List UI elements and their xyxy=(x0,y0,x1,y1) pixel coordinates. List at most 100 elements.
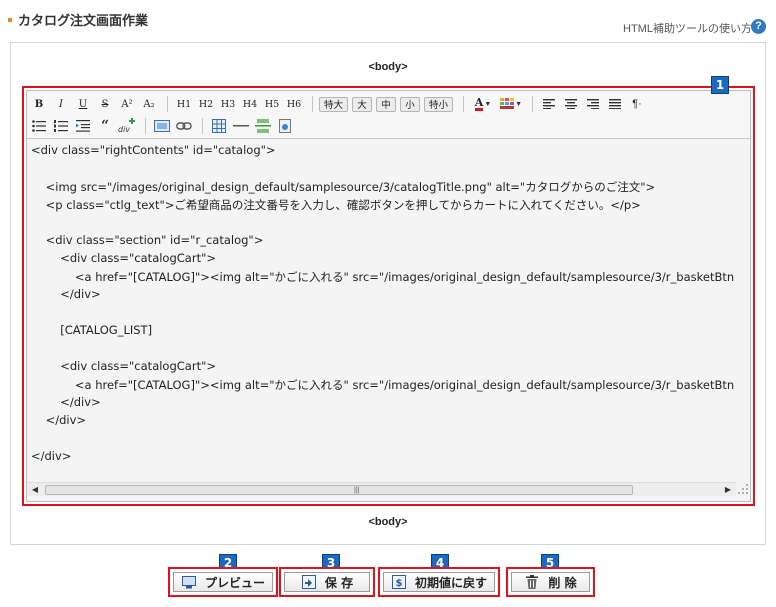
bg-color-button[interactable]: ▼ xyxy=(498,95,524,113)
chevron-down-icon: ▼ xyxy=(515,100,522,108)
page-icon xyxy=(279,119,291,133)
grip-icon: ||| xyxy=(354,487,360,494)
align-center-button[interactable] xyxy=(561,95,581,113)
align-justify-icon xyxy=(609,99,622,109)
table-icon xyxy=(212,119,226,133)
size-xsmall-button[interactable]: 特小 xyxy=(424,96,454,112)
editor-highlight: B I U S A² A₂ H1 H2 H3 H4 H5 H6 特大 大 中 小… xyxy=(22,86,755,506)
page-title-text: カタログ注文画面作業 xyxy=(18,12,149,28)
h5-button[interactable]: H5 xyxy=(262,95,282,113)
preview-label: プレビュー xyxy=(204,575,265,590)
align-left-button[interactable] xyxy=(539,95,559,113)
code-line: <div class="rightContents" id="catalog"> xyxy=(31,143,276,157)
code-textarea[interactable]: <div class="rightContents" id="catalog">… xyxy=(27,139,750,483)
toolbar-separator xyxy=(167,96,168,112)
size-large-button[interactable]: 大 xyxy=(352,96,373,112)
bullet-list-icon xyxy=(32,120,46,132)
subscript-button[interactable]: A₂ xyxy=(139,95,159,113)
insert-break-button[interactable] xyxy=(253,117,273,135)
insert-image-button[interactable] xyxy=(152,117,172,135)
div-plus-icon: div xyxy=(118,118,135,134)
toolbar-separator xyxy=(202,118,203,134)
h3-button[interactable]: H3 xyxy=(218,95,238,113)
delete-label: 削 除 xyxy=(548,575,577,590)
h2-button[interactable]: H2 xyxy=(196,95,216,113)
code-line: <div class="section" id="r_catalog"> xyxy=(31,233,264,247)
quote-icon[interactable]: “ xyxy=(95,117,115,135)
insert-div-button[interactable]: div xyxy=(117,117,137,135)
align-justify-button[interactable] xyxy=(605,95,625,113)
insert-link-button[interactable] xyxy=(174,117,194,135)
editor-toolbar: B I U S A² A₂ H1 H2 H3 H4 H5 H6 特大 大 中 小… xyxy=(27,91,750,139)
indent-button[interactable] xyxy=(73,117,93,135)
paragraph-icon[interactable]: ¶· xyxy=(627,95,647,113)
horizontal-rule-button[interactable] xyxy=(231,117,251,135)
align-right-icon xyxy=(587,99,600,109)
strikethrough-button[interactable]: S xyxy=(95,95,115,113)
h6-button[interactable]: H6 xyxy=(284,95,304,113)
svg-text:div: div xyxy=(118,125,130,134)
toolbar-row-2: “ div xyxy=(29,116,297,136)
image-icon xyxy=(154,120,170,132)
reset-button[interactable]: $ 初期値に戻す xyxy=(383,572,495,592)
body-tag-top: <body> xyxy=(368,61,408,73)
code-line: <div class="catalogCart"> xyxy=(31,359,217,373)
break-icon xyxy=(255,119,271,133)
font-color-button[interactable]: A ▼ xyxy=(470,95,496,113)
delete-button-frame: 削 除 xyxy=(506,567,595,597)
code-line: [CATALOG_LIST] xyxy=(31,323,153,337)
superscript-button[interactable]: A² xyxy=(117,95,137,113)
bold-button[interactable]: B xyxy=(29,95,49,113)
indent-icon xyxy=(76,120,90,132)
size-medium-button[interactable]: 中 xyxy=(376,96,397,112)
trash-icon xyxy=(524,574,540,590)
delete-button[interactable]: 削 除 xyxy=(511,572,590,592)
code-line: </div> xyxy=(31,449,72,463)
scroll-right-icon[interactable]: ▶ xyxy=(722,484,734,496)
body-tag-bottom: <body> xyxy=(368,516,408,528)
chevron-down-icon: ▼ xyxy=(484,100,492,108)
save-button[interactable]: 保 存 xyxy=(284,572,370,592)
toolbar-separator xyxy=(145,118,146,134)
save-label: 保 存 xyxy=(324,575,354,590)
code-line: </div> xyxy=(31,287,101,301)
toolbar-separator xyxy=(312,96,313,112)
help-link[interactable]: HTML補助ツールの使い方 xyxy=(623,20,752,36)
html-editor: B I U S A² A₂ H1 H2 H3 H4 H5 H6 特大 大 中 小… xyxy=(26,90,751,502)
numbered-list-icon xyxy=(54,120,68,132)
resize-grip-icon[interactable] xyxy=(737,483,749,495)
horizontal-scrollbar[interactable]: ◀ ||| ▶ xyxy=(27,482,736,496)
numbered-list-button[interactable] xyxy=(51,117,71,135)
color-grid-icon xyxy=(500,98,515,109)
h4-button[interactable]: H4 xyxy=(240,95,260,113)
monitor-icon xyxy=(181,574,197,590)
preview-button-frame: プレビュー xyxy=(168,567,278,597)
toolbar-row-1: B I U S A² A₂ H1 H2 H3 H4 H5 H6 特大 大 中 小… xyxy=(29,94,649,114)
align-right-button[interactable] xyxy=(583,95,603,113)
bullet-list-button[interactable] xyxy=(29,117,49,135)
reset-button-frame: $ 初期値に戻す xyxy=(378,567,500,597)
underline-button[interactable]: U xyxy=(73,95,93,113)
code-line: <p class="ctlg_text">ご希望商品の注文番号を入力し、確認ボタ… xyxy=(31,198,641,212)
insert-object-button[interactable] xyxy=(275,117,295,135)
horizontal-rule-icon xyxy=(233,125,249,127)
code-line: <img src="/images/original_design_defaul… xyxy=(31,180,656,194)
badge-1: 1 xyxy=(711,76,729,94)
h1-button[interactable]: H1 xyxy=(174,95,194,113)
page-title: カタログ注文画面作業 xyxy=(8,9,148,29)
scrollbar-thumb[interactable]: ||| xyxy=(45,485,633,495)
italic-button[interactable]: I xyxy=(51,95,71,113)
reset-icon: $ xyxy=(391,574,407,590)
align-center-icon xyxy=(565,99,578,109)
save-icon xyxy=(301,574,317,590)
insert-table-button[interactable] xyxy=(209,117,229,135)
scroll-left-icon[interactable]: ◀ xyxy=(29,484,41,496)
help-icon[interactable]: ? xyxy=(751,19,766,34)
code-line: <div class="catalogCart"> xyxy=(31,251,217,265)
reset-label: 初期値に戻す xyxy=(414,575,487,590)
size-xlarge-button[interactable]: 特大 xyxy=(319,96,349,112)
toolbar-separator xyxy=(463,96,465,112)
preview-button[interactable]: プレビュー xyxy=(173,572,273,592)
code-line: <a href="[CATALOG]"><img alt="かごに入れる" sr… xyxy=(31,270,735,284)
size-small-button[interactable]: 小 xyxy=(400,96,421,112)
